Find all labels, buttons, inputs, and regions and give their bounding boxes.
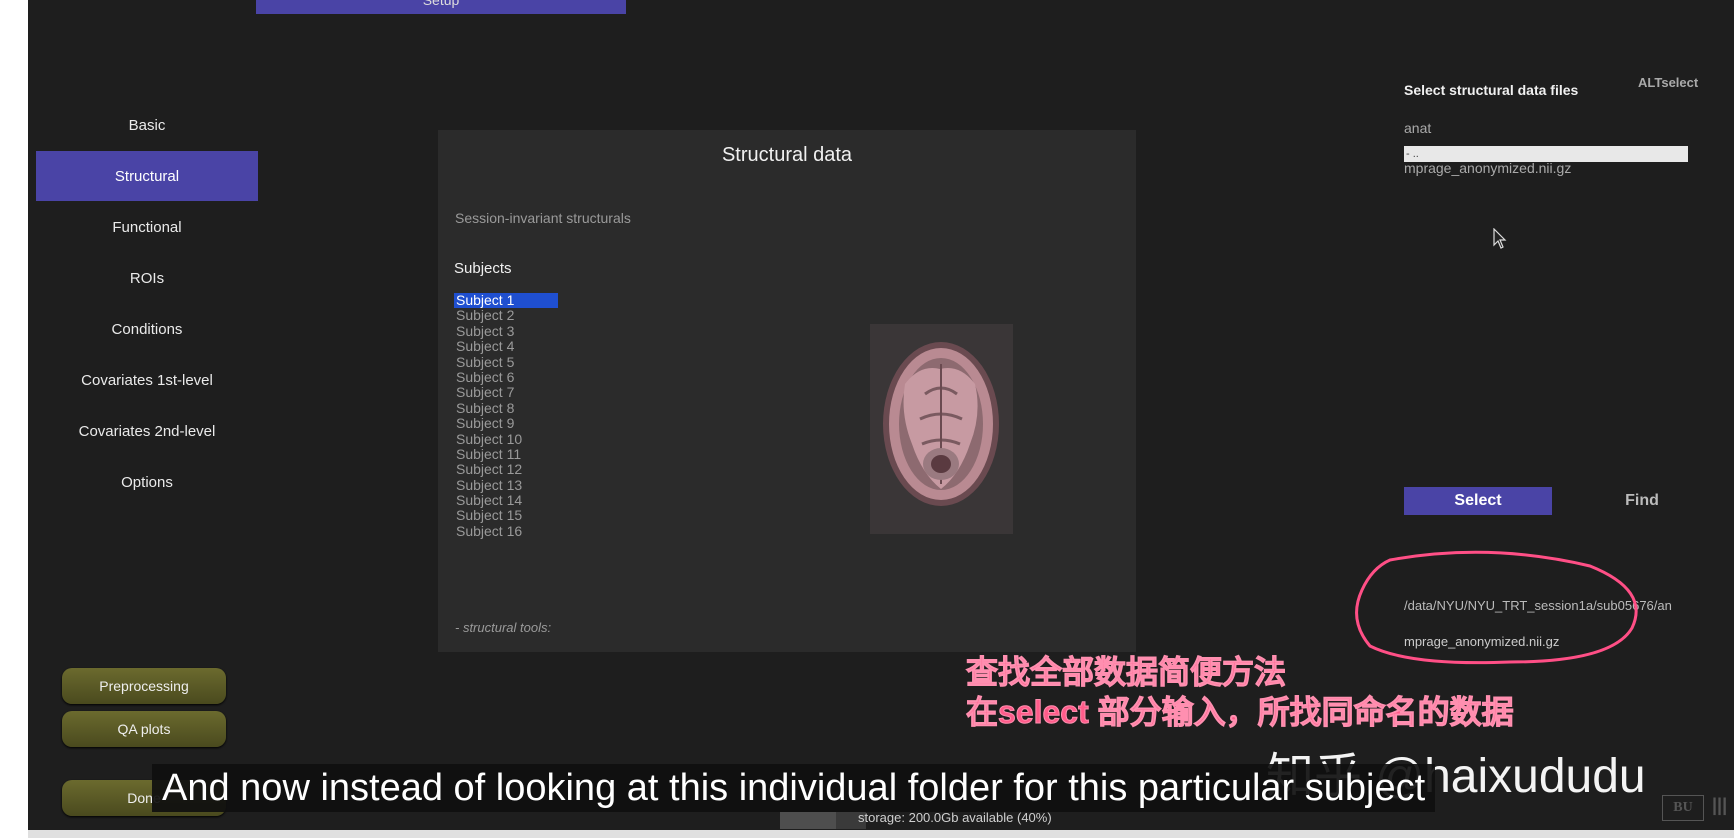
bottom-strip — [28, 830, 1734, 838]
subject-list-item[interactable]: Subject 10 — [454, 431, 564, 447]
sidebar-item-conditions[interactable]: Conditions — [36, 304, 258, 354]
subjects-label: Subjects — [454, 260, 512, 277]
current-folder-label: anat — [1404, 120, 1432, 136]
mouse-pointer-icon — [1493, 228, 1507, 249]
subject-list-item[interactable]: Subject 9 — [454, 415, 564, 431]
subject-list-item[interactable]: Subject 3 — [454, 323, 564, 339]
tab-setup[interactable]: Setup — [256, 0, 626, 14]
preprocessing-button[interactable]: Preprocessing — [62, 668, 226, 704]
subject-list-item[interactable]: Subject 14 — [454, 492, 564, 508]
sidebar-item-options[interactable]: Options — [36, 457, 258, 507]
session-invariant-label[interactable]: Session-invariant structurals — [455, 210, 631, 226]
mit-logo: ||| — [1712, 795, 1728, 815]
subject-list-item[interactable]: Subject 8 — [454, 400, 564, 416]
sidebar-nav: Basic Structural Functional ROIs Conditi… — [36, 100, 258, 508]
subject-list-item[interactable]: Subject 5 — [454, 354, 564, 370]
subject-list-item[interactable]: Subject 7 — [454, 384, 564, 400]
video-caption: And now instead of looking at this indiv… — [152, 764, 1436, 812]
sidebar-item-functional[interactable]: Functional — [36, 202, 258, 252]
chinese-annotation: 查找全部数据简便方法 在select 部分输入，所找同命名的数据 — [966, 654, 1515, 731]
subject-list-item[interactable]: Subject 12 — [454, 461, 564, 477]
subject-list[interactable]: Subject 1 Subject 2 Subject 3 Subject 4 Subj… — [454, 293, 564, 541]
file-list-item[interactable]: mprage_anonymized.nii.gz — [1404, 160, 1571, 176]
subject-list-item[interactable]: Subject 16 — [454, 523, 564, 539]
qa-plots-button[interactable]: QA plots — [62, 711, 226, 747]
find-button[interactable]: Find — [1600, 487, 1684, 515]
subject-list-item[interactable]: Subject 11 — [454, 446, 564, 462]
subject-list-item[interactable]: Subject 6 — [454, 369, 564, 385]
panel-title: Structural data — [721, 144, 853, 166]
select-button[interactable]: Select — [1404, 487, 1552, 515]
structural-tools-menu[interactable]: - structural tools: — [455, 620, 551, 635]
alt-select-button[interactable]: ALTselect — [1638, 75, 1698, 90]
subject-list-item[interactable]: Subject 15 — [454, 508, 564, 524]
subject-list-item[interactable]: Subject 2 — [454, 307, 564, 323]
file-browser-title: Select structural data files — [1404, 82, 1579, 98]
subject-list-item[interactable]: Subject 4 — [454, 338, 564, 354]
subject-list-item[interactable]: Subject 17 — [454, 538, 564, 541]
scrollbar-thumb[interactable] — [780, 812, 836, 829]
brain-slice-preview — [870, 324, 1013, 534]
bu-logo: BU — [1662, 795, 1704, 821]
sidebar-item-basic[interactable]: Basic — [36, 100, 258, 150]
sidebar-item-rois[interactable]: ROIs — [36, 253, 258, 303]
sidebar-item-structural[interactable]: Structural — [36, 151, 258, 201]
structural-data-panel: Structural data Session-invariant struct… — [438, 130, 1136, 652]
subject-list-item[interactable]: Subject 13 — [454, 477, 564, 493]
storage-status: storage: 200.0Gb available (40%) — [858, 810, 1052, 825]
sidebar-item-covariates-2nd-level[interactable]: Covariates 2nd-level — [36, 406, 258, 456]
subject-list-item[interactable]: Subject 1 — [454, 293, 558, 309]
sidebar-item-covariates-1st-level[interactable]: Covariates 1st-level — [36, 355, 258, 405]
